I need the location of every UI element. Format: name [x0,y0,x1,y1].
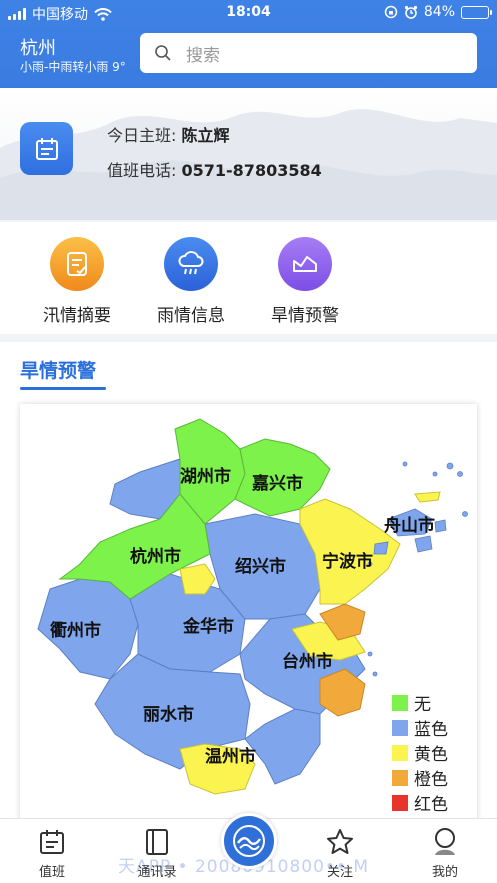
map-legend: 无 蓝色 黄色 橙色 红色 [386,684,477,821]
legend-swatch [392,769,408,786]
duty-phone[interactable]: 0571-87803584 [182,161,322,180]
legend-item-red: 红色 [392,790,472,815]
legend-swatch [392,694,408,711]
lock-rotation-icon [384,5,398,19]
quick-menu: 汛情摘要 雨情信息 旱情预警 [0,222,497,334]
leader-label: 今日主班: [107,126,177,145]
legend-swatch [392,719,408,736]
quick-label: 雨情信息 [157,306,225,326]
app-header: 中国移动 18:04 84% 杭州 小雨-中雨转小雨 9° 搜索 [0,0,497,88]
alarm-icon [404,5,417,19]
legend-swatch [392,794,408,811]
duty-calendar-icon [20,122,73,175]
map-label-huzhou: 湖州市 [180,466,231,486]
battery-percent: 84% [423,4,455,20]
duty-card: 今日主班: 陈立辉 值班电话: 0571-87803584 [0,88,497,220]
map-label-wenzhou: 温州市 [205,746,256,766]
quick-label: 旱情预警 [271,306,339,326]
rain-cloud-icon [164,237,218,291]
legend-item-blue: 蓝色 [392,715,472,740]
flood-summary-icon [50,237,104,291]
tab-label: 我的 [431,865,458,880]
duty-leader-row: 今日主班: 陈立辉 [107,122,230,146]
map-label-ningbo: 宁波市 [322,551,373,571]
battery-icon [461,5,492,19]
search-icon [155,45,171,61]
tab-label: 通讯录 [137,865,177,880]
quick-label: 汛情摘要 [43,306,111,326]
tab-label: 关注 [326,865,353,880]
weather-summary: 小雨-中雨转小雨 9° [20,60,126,74]
bottom-tab-bar: 天APP • 20080910800•• M 值班 通讯录 关注 我的 [0,813,497,883]
quick-drought-warning[interactable]: 旱情预警 [250,237,360,326]
tab-home-center[interactable] [221,813,277,869]
map-label-jiaxing: 嘉兴市 [251,473,303,493]
leader-name: 陈立辉 [181,126,230,145]
phone-label: 值班电话: [107,161,177,180]
wave-logo-icon [233,825,265,857]
mountain-icon [278,237,332,291]
section-title-underline [20,387,106,390]
region-zhoushan-yellow [414,491,441,503]
contacts-icon [146,829,168,855]
legend-item-orange: 橙色 [392,765,472,790]
tab-follow[interactable]: 关注 [295,827,385,880]
drought-map[interactable]: 湖州市 嘉兴市 舟山市 杭州市 绍兴市 宁波市 衢州市 金华市 台州市 丽水市 … [20,404,477,824]
section-title: 旱情预警 [20,360,97,382]
status-bar: 中国移动 18:04 84% [0,0,497,26]
drought-warning-section: 旱情预警 湖州市 嘉兴市 舟山市 杭州市 绍兴市 宁波市 衢州市 金华市 台州市… [0,342,497,824]
map-label-zhoushan: 舟山市 [384,515,435,535]
map-label-lishui: 丽水市 [143,704,194,724]
legend-swatch [392,744,408,761]
map-label-shaoxing: 绍兴市 [235,556,286,576]
calendar-icon [40,830,64,854]
legend-item-yellow: 黄色 [392,740,472,765]
tab-profile[interactable]: 我的 [400,827,490,880]
city-name[interactable]: 杭州 [20,34,56,60]
quick-flood-summary[interactable]: 汛情摘要 [22,237,132,326]
duty-phone-row[interactable]: 值班电话: 0571-87803584 [107,157,322,181]
tab-label: 值班 [38,865,65,880]
quick-rain-info[interactable]: 雨情信息 [136,237,246,326]
star-icon [327,829,353,854]
mountain-background [0,109,497,220]
region-wenzhou-blue [244,708,321,785]
search-bar[interactable]: 搜索 [140,33,477,73]
map-label-taizhou: 台州市 [282,651,333,671]
map-label-quzhou: 衢州市 [50,620,101,640]
map-label-jinhua: 金华市 [182,616,234,636]
tab-contacts[interactable]: 通讯录 [112,827,202,880]
user-icon [435,828,455,855]
tab-duty[interactable]: 值班 [7,827,97,880]
legend-item-none: 无 [392,690,472,715]
map-label-hangzhou: 杭州市 [130,546,181,566]
search-placeholder: 搜索 [186,45,220,66]
